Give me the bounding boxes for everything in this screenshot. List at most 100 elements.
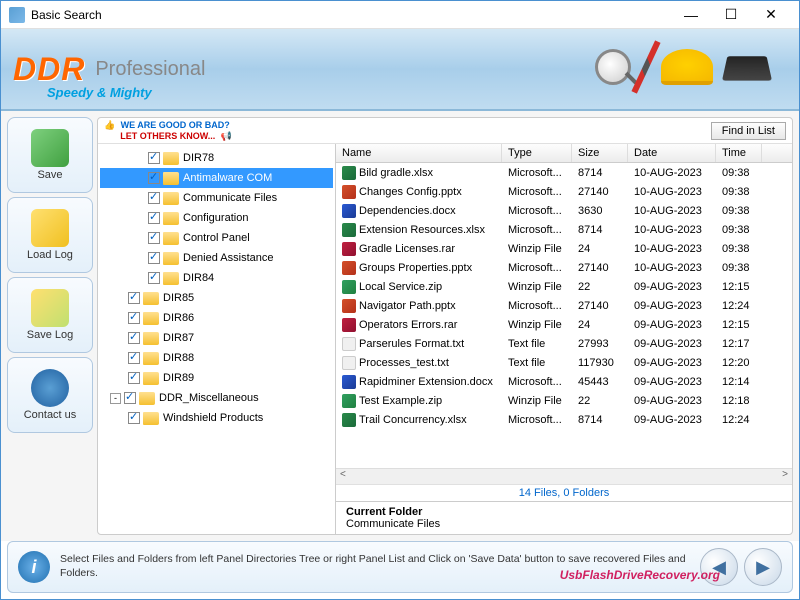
tree-label: Antimalware COM [183,172,272,184]
folder-icon [163,272,179,285]
file-row[interactable]: Bild gradle.xlsxMicrosoft...871410-AUG-2… [336,163,792,182]
file-row[interactable]: Dependencies.docxMicrosoft...363010-AUG-… [336,201,792,220]
find-in-list-button[interactable]: Find in List [711,122,786,140]
tree-checkbox[interactable] [148,212,160,224]
file-time: 09:38 [716,224,762,236]
file-type-icon [342,299,356,313]
file-size: 8714 [572,414,628,426]
horizontal-scrollbar[interactable]: <> [336,468,792,484]
minimize-button[interactable]: — [671,2,711,28]
tree-item[interactable]: Windshield Products [100,408,333,428]
file-name: Rapidminer Extension.docx [359,376,493,388]
file-row[interactable]: Changes Config.pptxMicrosoft...2714010-A… [336,182,792,201]
tree-checkbox[interactable] [148,232,160,244]
tree-checkbox[interactable] [148,252,160,264]
tree-item[interactable]: Denied Assistance [100,248,333,268]
file-type-icon [342,223,356,237]
file-name: Test Example.zip [359,395,442,407]
tree-item[interactable]: DIR86 [100,308,333,328]
tree-item[interactable]: -DDR_Miscellaneous [100,388,333,408]
col-type[interactable]: Type [502,144,572,162]
folder-icon [143,312,159,325]
file-size: 24 [572,319,628,331]
file-row[interactable]: Local Service.zipWinzip File2209-AUG-202… [336,277,792,296]
file-size: 22 [572,281,628,293]
tree-item[interactable]: Communicate Files [100,188,333,208]
tree-item[interactable]: DIR88 [100,348,333,368]
tree-item[interactable]: DIR84 [100,268,333,288]
file-row[interactable]: Extension Resources.xlsx Microsoft...8714… [336,220,792,239]
tree-checkbox[interactable] [148,192,160,204]
col-time[interactable]: Time [716,144,762,162]
file-row[interactable]: Gradle Licenses.rarWinzip File2410-AUG-2… [336,239,792,258]
file-time: 12:15 [716,281,762,293]
folder-icon [143,412,159,425]
tree-checkbox[interactable] [128,412,140,424]
save-log-button[interactable]: Save Log [7,277,93,353]
file-type: Winzip File [502,319,572,331]
tree-item[interactable]: DIR85 [100,288,333,308]
file-type: Microsoft... [502,205,572,217]
tree-item[interactable]: DIR78 [100,148,333,168]
col-date[interactable]: Date [628,144,716,162]
tree-checkbox[interactable] [148,152,160,164]
tree-checkbox[interactable] [128,352,140,364]
tree-checkbox[interactable] [148,272,160,284]
tree-checkbox[interactable] [148,172,160,184]
file-row[interactable]: Test Example.zipWinzip File2209-AUG-2023… [336,391,792,410]
tree-checkbox[interactable] [128,292,140,304]
maximize-button[interactable]: ☐ [711,2,751,28]
tree-expand-icon[interactable]: - [110,393,121,404]
file-list[interactable]: Name Type Size Date Time Bild gradle.xls… [336,144,792,468]
save-button[interactable]: Save [7,117,93,193]
tree-item[interactable]: DIR87 [100,328,333,348]
col-size[interactable]: Size [572,144,628,162]
file-type-icon [342,318,356,332]
tree-checkbox[interactable] [128,312,140,324]
screwdriver-icon [631,40,660,93]
file-type-icon [342,185,356,199]
file-type: Text file [502,338,572,350]
load-log-button[interactable]: Load Log [7,197,93,273]
tree-label: Configuration [183,212,248,224]
file-name: Extension Resources.xlsx [359,224,485,236]
tree-checkbox[interactable] [124,392,136,404]
tree-checkbox[interactable] [128,372,140,384]
tree-label: DIR88 [163,352,194,364]
file-row[interactable]: Trail Concurrency.xlsxMicrosoft...871409… [336,410,792,429]
contact-us-button[interactable]: Contact us [7,357,93,433]
tree-checkbox[interactable] [128,332,140,344]
promo-banner[interactable]: 👍 WE ARE GOOD OR BAD? LET OTHERS KNOW...… [104,120,232,142]
file-size: 27140 [572,186,628,198]
file-row[interactable]: Navigator Path.pptxMicrosoft...2714009-A… [336,296,792,315]
tree-item[interactable]: Control Panel [100,228,333,248]
file-row[interactable]: Parserules Format.txtText file2799309-AU… [336,334,792,353]
file-type: Microsoft... [502,186,572,198]
tree-item[interactable]: DIR89 [100,368,333,388]
file-type: Microsoft... [502,414,572,426]
tree-item[interactable]: Configuration [100,208,333,228]
file-date: 10-AUG-2023 [628,186,716,198]
file-row[interactable]: Operators Errors.rarWinzip File2409-AUG-… [336,315,792,334]
folder-icon [163,252,179,265]
file-time: 12:14 [716,376,762,388]
file-size: 8714 [572,224,628,236]
folder-icon [163,212,179,225]
file-row[interactable]: Groups Properties.pptxMicrosoft...271401… [336,258,792,277]
tree-item[interactable]: Antimalware COM [100,168,333,188]
tree-label: DIR89 [163,372,194,384]
file-time: 12:18 [716,395,762,407]
file-type: Microsoft... [502,224,572,236]
file-date: 10-AUG-2023 [628,243,716,255]
nav-forward-button[interactable]: ▶ [744,548,782,586]
folder-tree[interactable]: DIR78 Antimalware COM Communicate Files Con… [98,144,336,534]
folder-icon [143,332,159,345]
file-time: 12:15 [716,319,762,331]
file-size: 24 [572,243,628,255]
banner: DDR Professional Speedy & Mighty [1,29,799,111]
save-log-icon [31,289,69,327]
col-name[interactable]: Name [336,144,502,162]
file-row[interactable]: Rapidminer Extension.docxMicrosoft...454… [336,372,792,391]
file-row[interactable]: Processes_test.txtText file11793009-AUG-… [336,353,792,372]
close-button[interactable]: ✕ [751,2,791,28]
